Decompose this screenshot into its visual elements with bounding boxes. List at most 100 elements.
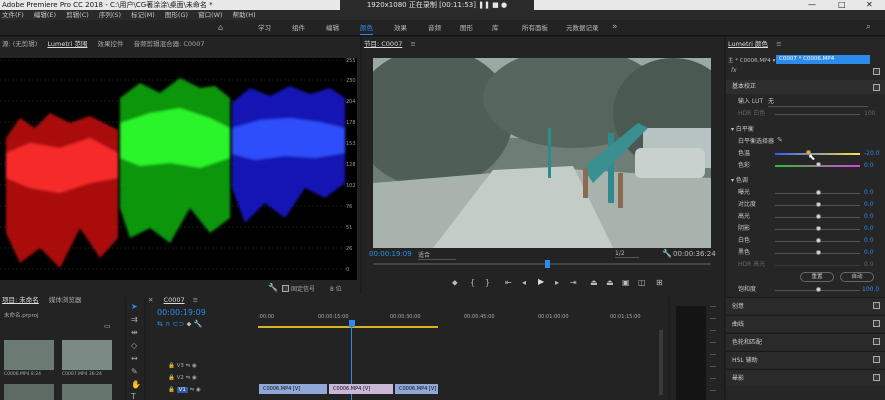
- tab-media-browser[interactable]: 媒体浏览器: [49, 296, 82, 304]
- track-select-icon[interactable]: ⇉: [131, 315, 138, 324]
- exposure-value[interactable]: 0.0: [864, 187, 884, 198]
- work-area-bar[interactable]: [258, 326, 438, 328]
- lock-icon[interactable]: 🔒: [168, 363, 175, 369]
- sync-icon[interactable]: ⇋: [186, 375, 191, 381]
- menu-clip[interactable]: 剪辑(C): [66, 11, 89, 19]
- section-hsl[interactable]: HSL 辅助: [726, 351, 885, 368]
- type-icon[interactable]: T: [131, 392, 136, 400]
- section-color-wheels[interactable]: 色轮和匹配: [726, 333, 885, 350]
- section-vignette[interactable]: 晕影: [726, 369, 885, 386]
- go-to-out-icon[interactable]: ⇥: [570, 278, 577, 287]
- search-icon[interactable]: ⌕: [866, 22, 871, 32]
- section-creative[interactable]: 创意: [726, 297, 885, 314]
- tab-effect-controls[interactable]: 效果控件: [98, 40, 124, 48]
- ws-tab-metadata[interactable]: 元数据记录: [566, 20, 599, 36]
- highlights-knob[interactable]: [816, 214, 821, 219]
- lift-icon[interactable]: ⏏: [590, 278, 598, 287]
- ws-tab-graphics[interactable]: 图形: [460, 20, 473, 36]
- play-icon[interactable]: ▶: [538, 277, 544, 286]
- go-to-in-icon[interactable]: ⇤: [505, 278, 512, 287]
- panel-menu-icon[interactable]: ≡: [776, 40, 781, 48]
- menu-edit[interactable]: 编辑(E): [34, 11, 56, 19]
- curves-checkbox[interactable]: [873, 320, 880, 327]
- clip-thumb[interactable]: [4, 340, 54, 370]
- tab-lumetri-scopes[interactable]: Lumetri 范围: [47, 40, 87, 48]
- ws-tab-learn[interactable]: 学习: [258, 20, 271, 36]
- hdr-slider[interactable]: [775, 114, 860, 115]
- panel-menu-icon[interactable]: ≡: [410, 40, 415, 48]
- sequence-tab[interactable]: C0007: [164, 296, 185, 304]
- sync-icon[interactable]: ⇋: [186, 363, 191, 369]
- resolution-dropdown[interactable]: 1/2: [615, 250, 639, 258]
- bit-depth[interactable]: 8 位: [330, 284, 342, 293]
- blacks-knob[interactable]: [816, 250, 821, 255]
- whites-value[interactable]: 0.0: [864, 235, 884, 246]
- clip-selector[interactable]: C0007 * C0006.MP4: [776, 55, 870, 64]
- eye-icon[interactable]: ◉: [192, 363, 197, 369]
- panel-menu-icon[interactable]: ≡: [193, 296, 198, 304]
- hand-icon[interactable]: ✋: [131, 380, 141, 389]
- nest-icon[interactable]: ⇆: [157, 320, 163, 328]
- step-forward-icon[interactable]: ▸: [555, 278, 559, 287]
- tab-project[interactable]: 项目: 未命名: [2, 296, 39, 304]
- input-lut-dropdown[interactable]: 无: [768, 96, 868, 107]
- maximize-button[interactable]: □: [838, 0, 846, 10]
- ws-tab-color[interactable]: 颜色: [360, 20, 373, 36]
- extract-icon[interactable]: ⏏: [606, 278, 614, 287]
- pause-icon[interactable]: ❚❚: [478, 1, 490, 9]
- camera-icon[interactable]: ●: [501, 1, 507, 9]
- time-ruler[interactable]: :00:00 00:00:15:00 00:00:30:00 00:00:45:…: [258, 310, 658, 324]
- basic-enable-checkbox[interactable]: [873, 84, 880, 91]
- clip-thumb[interactable]: [4, 384, 54, 400]
- ws-tab-libraries[interactable]: 库: [492, 20, 499, 36]
- wrench-icon[interactable]: 🔧: [662, 249, 672, 258]
- playhead-icon[interactable]: [545, 260, 550, 268]
- stop-icon[interactable]: ■: [492, 1, 499, 9]
- temperature-value[interactable]: -20.0: [864, 148, 884, 159]
- fit-dropdown[interactable]: 适合: [418, 250, 456, 260]
- auto-button[interactable]: 自动: [840, 272, 874, 282]
- eyedropper-icon[interactable]: ✎: [777, 136, 783, 144]
- contrast-value[interactable]: 0.0: [864, 199, 884, 210]
- ws-tab-audio[interactable]: 音频: [428, 20, 441, 36]
- mark-in-icon[interactable]: {: [470, 278, 475, 287]
- ws-tab-effects[interactable]: 效果: [394, 20, 407, 36]
- more-icon[interactable]: »: [612, 22, 618, 32]
- fx-icon[interactable]: fx: [731, 67, 737, 74]
- ws-tab-editing[interactable]: 编辑: [326, 20, 339, 36]
- creative-checkbox[interactable]: [873, 302, 880, 309]
- hdr-highlights-slider[interactable]: [775, 265, 860, 266]
- menu-graphics[interactable]: 图形(G): [165, 11, 188, 19]
- sync-icon[interactable]: ⇋: [190, 387, 195, 393]
- tab-source[interactable]: 源: (无剪辑): [2, 40, 37, 48]
- vignette-checkbox[interactable]: [873, 374, 880, 381]
- selection-tool-icon[interactable]: ➤: [131, 302, 138, 311]
- ws-tab-all-panels[interactable]: 所有面板: [522, 20, 548, 36]
- section-basic[interactable]: 基本校正: [726, 80, 885, 94]
- menu-file[interactable]: 文件(F): [2, 11, 24, 19]
- clamp-checkbox[interactable]: [282, 285, 289, 292]
- whites-knob[interactable]: [816, 238, 821, 243]
- hdr-value[interactable]: 100: [864, 108, 884, 119]
- folder-icon[interactable]: ▭: [104, 322, 111, 330]
- temperature-slider[interactable]: [775, 153, 860, 155]
- minimize-button[interactable]: —: [808, 0, 816, 10]
- color-wheels-checkbox[interactable]: [873, 338, 880, 345]
- program-timecode[interactable]: 00:00:19:09: [369, 250, 412, 258]
- ws-tab-assembly[interactable]: 组件: [292, 20, 305, 36]
- lock-icon[interactable]: 🔒: [168, 375, 175, 381]
- lumetri-title[interactable]: Lumetri 颜色: [728, 40, 768, 48]
- snap-icon[interactable]: ∩: [165, 320, 170, 328]
- track-name[interactable]: V2: [177, 375, 184, 381]
- timeline-clip[interactable]: C0006.MP4 [V]: [395, 384, 438, 394]
- program-scrubber[interactable]: [373, 263, 711, 265]
- highlights-value[interactable]: 0.0: [864, 211, 884, 222]
- track-name[interactable]: V3: [177, 363, 184, 369]
- lock-icon[interactable]: 🔒: [168, 387, 175, 393]
- compare-icon[interactable]: ◫: [638, 278, 646, 287]
- contrast-knob[interactable]: [816, 202, 821, 207]
- master-clip-tab[interactable]: 主 * C0006.MP4 ▾: [728, 56, 775, 64]
- shadows-knob[interactable]: [816, 226, 821, 231]
- wrench-icon[interactable]: 🔧: [268, 283, 278, 292]
- timeline-scrollbar[interactable]: [659, 330, 663, 395]
